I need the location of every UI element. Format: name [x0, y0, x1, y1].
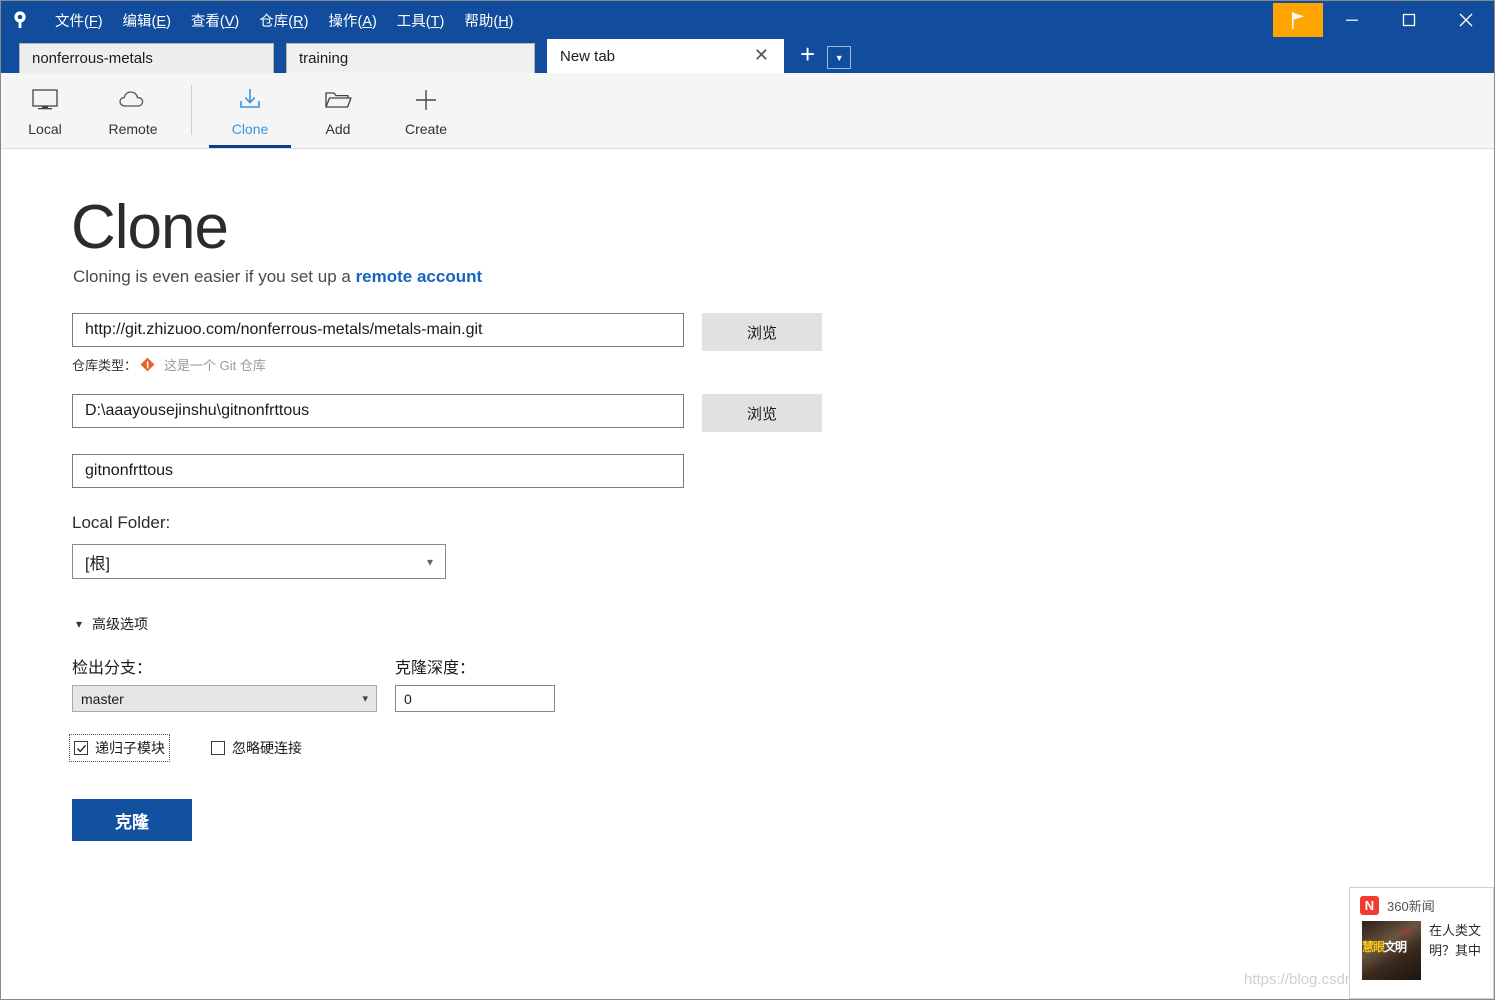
tab-bar: nonferrous-metals training New tab ✕ + ▼	[1, 39, 1494, 73]
menu-item-view[interactable]: 查看(V)	[181, 6, 249, 35]
source-url-row: 浏览	[72, 313, 822, 351]
browse-destination-button[interactable]: 浏览	[702, 394, 822, 432]
menu-item-repository[interactable]: 仓库(R)	[249, 6, 318, 35]
toolbar-item-create[interactable]: Create	[382, 73, 470, 148]
tab-new-tab[interactable]: New tab ✕	[547, 39, 784, 73]
advanced-checkbox-row: 递归子模块 忽略硬连接	[69, 734, 302, 762]
toast-message-line2: 明？其中	[1429, 943, 1482, 959]
page-subtitle: Cloning is even easier if you set up a r…	[73, 267, 482, 287]
toolbar-item-label: Clone	[231, 121, 269, 137]
menu-item-actions[interactable]: 操作(A)	[318, 6, 386, 35]
menu-item-edit[interactable]: 编辑(E)	[113, 6, 181, 35]
local-folder-label: Local Folder:	[72, 513, 171, 532]
clone-depth-label: 克隆深度：	[395, 660, 476, 677]
toast-title: 360新闻	[1387, 899, 1435, 914]
toast-body: ➞ 慧眼文明 在人类文 明？其中	[1350, 919, 1493, 980]
checkbox-unchecked-icon	[211, 741, 225, 755]
toolbar-item-remote[interactable]: Remote	[89, 73, 177, 148]
destination-path-input[interactable]	[72, 394, 684, 428]
chevron-down-icon: ▾	[362, 693, 368, 705]
toast-message-line1: 在人类文	[1429, 923, 1482, 938]
notification-toast[interactable]: N 360新闻 ➞ 慧眼文明 在人类文 明？其中	[1349, 887, 1494, 999]
menu-item-help[interactable]: 帮助(H)	[454, 6, 523, 35]
chevron-down-icon: ▾	[76, 617, 83, 631]
git-diamond-icon	[140, 357, 155, 372]
checkbox-label: 忽略硬连接	[232, 740, 302, 756]
menu-item-tools[interactable]: 工具(T)	[387, 6, 455, 35]
cloud-icon	[118, 85, 148, 115]
repo-type-status: 仓库类型： 这是一个 Git 仓库	[72, 355, 266, 374]
checkbox-recursive-submodules[interactable]: 递归子模块	[69, 734, 170, 762]
advanced-options-toggle[interactable]: ▾ 高级选项	[76, 614, 148, 634]
page-subtitle-text: Cloning is even easier if you set up a	[73, 267, 356, 286]
bookmark-name-input[interactable]	[72, 454, 684, 488]
toolbar-item-add[interactable]: Add	[294, 73, 382, 148]
toolbar-item-label: Create	[404, 121, 448, 137]
checkout-branch-select[interactable]: master ▾	[72, 685, 377, 712]
title-bar: 文件(F) 编辑(E) 查看(V) 仓库(R) 操作(A) 工具(T) 帮助(H…	[1, 1, 1494, 39]
bookmark-name-row	[72, 454, 684, 488]
page-title: Clone	[71, 193, 229, 262]
minimize-icon[interactable]	[1323, 1, 1380, 39]
plus-icon	[413, 85, 439, 115]
toolbar-item-label: Remote	[108, 121, 158, 137]
tab-nonferrous-metals[interactable]: nonferrous-metals	[19, 43, 274, 73]
monitor-icon	[31, 85, 59, 115]
advanced-options-label: 高级选项	[92, 616, 149, 632]
main-toolbar: Local Remote Clone Add Create	[1, 73, 1494, 149]
close-icon[interactable]: ✕	[752, 46, 771, 67]
clone-depth-input[interactable]	[395, 685, 555, 712]
menu-bar: 文件(F) 编辑(E) 查看(V) 仓库(R) 操作(A) 工具(T) 帮助(H…	[45, 6, 524, 35]
news-app-logo-icon: N	[1360, 896, 1379, 915]
local-folder-value: [根]	[85, 555, 110, 573]
toolbar-item-local[interactable]: Local	[1, 73, 89, 148]
clone-button[interactable]: 克隆	[72, 799, 192, 841]
tab-label: nonferrous-metals	[32, 50, 153, 67]
tab-label: training	[299, 50, 349, 67]
window-controls	[1273, 1, 1494, 39]
checkbox-label: 递归子模块	[95, 740, 165, 756]
toolbar-item-label: Local	[28, 121, 62, 137]
checkbox-checked-icon	[74, 741, 88, 755]
tab-training[interactable]: training	[286, 43, 535, 73]
toolbar-divider	[191, 85, 192, 135]
source-url-input[interactable]	[72, 313, 684, 347]
flag-icon[interactable]	[1273, 3, 1323, 37]
browse-source-button[interactable]: 浏览	[702, 313, 822, 351]
sourcetree-window: 文件(F) 编辑(E) 查看(V) 仓库(R) 操作(A) 工具(T) 帮助(H…	[0, 0, 1495, 1000]
chevron-down-icon[interactable]: ▼	[827, 46, 852, 69]
toast-header: N 360新闻	[1350, 888, 1493, 919]
folder-icon	[324, 85, 352, 115]
clone-page: Clone Cloning is even easier if you set …	[1, 149, 1494, 999]
tab-label: New tab	[560, 48, 616, 65]
plus-icon[interactable]: +	[796, 41, 819, 71]
download-icon	[237, 85, 263, 115]
chevron-down-icon: ▾	[426, 554, 433, 569]
remote-account-link[interactable]: remote account	[356, 267, 483, 286]
repo-type-label: 仓库类型：	[72, 358, 138, 373]
menu-item-file[interactable]: 文件(F)	[45, 6, 113, 35]
checkbox-ignore-hardlinks[interactable]: 忽略硬连接	[211, 738, 302, 758]
sourcetree-logo-icon	[1, 1, 39, 39]
toast-thumbnail: ➞ 慧眼文明	[1362, 921, 1421, 980]
local-folder-select[interactable]: [根] ▾	[72, 544, 446, 579]
checkout-branch-value: master	[81, 690, 124, 707]
checkout-branch-label: 检出分支：	[72, 660, 153, 677]
close-icon[interactable]	[1437, 1, 1494, 39]
toast-message: 在人类文 明？其中	[1429, 921, 1481, 980]
thumbnail-caption: 慧眼文明	[1362, 940, 1407, 954]
toolbar-item-label: Add	[325, 121, 351, 137]
repo-type-value: 这是一个 Git 仓库	[164, 358, 266, 373]
toolbar-item-clone[interactable]: Clone	[206, 73, 294, 148]
destination-path-row: 浏览	[72, 394, 822, 432]
maximize-icon[interactable]	[1380, 1, 1437, 39]
